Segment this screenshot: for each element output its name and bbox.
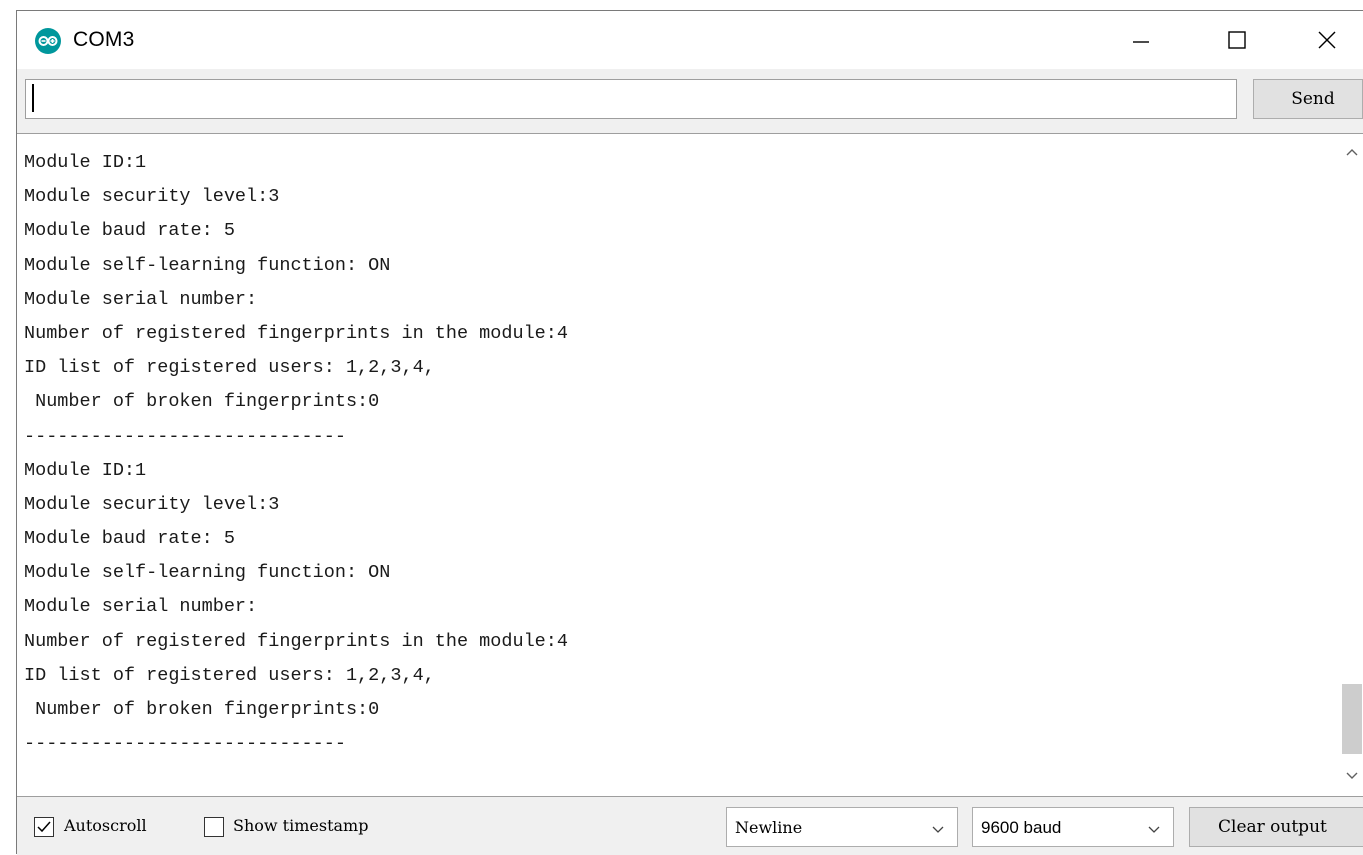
bottom-toolbar: Autoscroll Show timestamp Newline 9600 b… [17,797,1363,855]
close-icon [1318,31,1336,49]
output-line: Module baud rate: 5 [24,528,235,550]
autoscroll-checkbox[interactable] [34,817,54,837]
arduino-icon [35,28,61,54]
baud-rate-select[interactable]: 9600 baud [972,807,1174,847]
output-line: ----------------------------- [24,425,346,447]
serial-output-area[interactable]: Module ID:1 Module security level:3 Module… [17,133,1363,797]
output-line: Number of broken fingerprints:0 [24,391,380,413]
output-line: ----------------------------- [24,733,346,755]
line-ending-value: Newline [735,818,803,837]
chevron-up-icon [1346,149,1358,156]
line-ending-select[interactable]: Newline [726,807,958,847]
chevron-down-icon [1148,826,1160,833]
output-line: Module serial number: [24,288,258,310]
output-line: Module security level:3 [24,186,280,208]
maximize-icon [1228,31,1246,49]
send-row: Send [17,69,1363,131]
output-line: Number of registered fingerprints in the… [24,630,568,652]
output-line: ID list of registered users: 1,2,3,4, [24,664,435,686]
title-bar[interactable]: COM3 [17,11,1363,69]
output-line: Number of registered fingerprints in the… [24,322,568,344]
baud-rate-value: 9600 baud [981,818,1062,837]
scroll-thumb[interactable] [1342,684,1362,754]
maximize-button[interactable] [1207,11,1267,69]
show-timestamp-label[interactable]: Show timestamp [233,816,368,835]
chevron-down-icon [932,826,944,833]
output-line: Module security level:3 [24,493,280,515]
minimize-icon [1133,41,1149,43]
close-button[interactable] [1297,11,1357,69]
output-line: Module self-learning function: ON [24,254,391,276]
text-caret [32,84,34,112]
serial-output-text: Module ID:1 Module security level:3 Module… [24,146,1324,761]
output-line: ID list of registered users: 1,2,3,4, [24,357,435,379]
output-line: Number of broken fingerprints:0 [24,699,380,720]
serial-send-input[interactable] [25,79,1237,119]
window-title: COM3 [73,28,135,51]
serial-monitor-window: COM3 Send Module ID:1 Module security lev… [16,10,1363,855]
scroll-up-button[interactable] [1340,142,1363,162]
clear-output-button[interactable]: Clear output [1189,807,1363,847]
output-line: Module baud rate: 5 [24,220,235,242]
minimize-button[interactable] [1111,11,1171,69]
output-line: Module serial number: [24,596,258,618]
show-timestamp-checkbox[interactable] [204,817,224,837]
output-line: Module self-learning function: ON [24,562,391,584]
chevron-down-icon [1346,772,1358,779]
checkmark-icon [37,821,51,833]
output-line: Module ID:1 [24,152,147,173]
autoscroll-label[interactable]: Autoscroll [64,816,147,835]
scroll-down-button[interactable] [1340,766,1363,786]
output-line: Module ID:1 [24,459,147,481]
vertical-scrollbar[interactable] [1340,134,1363,796]
send-button[interactable]: Send [1253,79,1363,119]
